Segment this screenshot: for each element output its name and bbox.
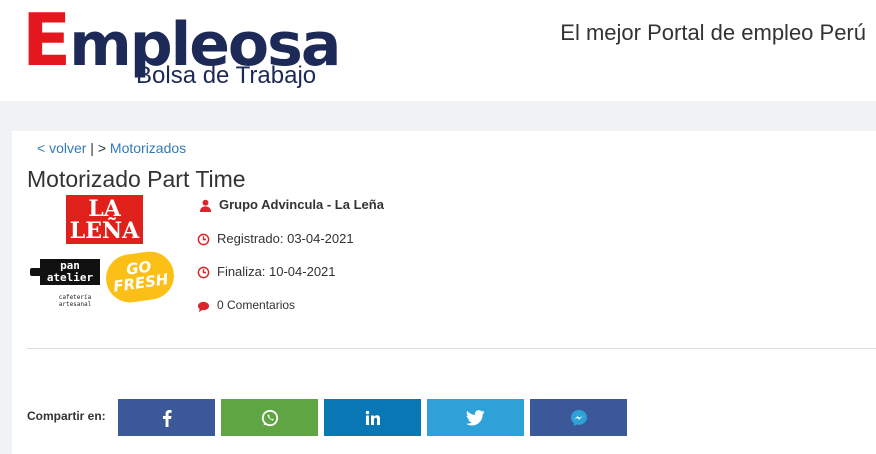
site-header: Empleosa Bolsa de Trabajo El mejor Porta… [0,0,876,101]
lalena-line2: LEÑA [69,218,140,244]
share-label: Compartir en: [27,409,106,423]
twitter-icon [466,409,485,425]
share-facebook-button[interactable] [118,399,215,436]
share-twitter-button[interactable] [427,399,524,436]
clock-icon [197,233,210,246]
section-divider [27,348,876,349]
share-bar: Compartir en: [27,399,876,437]
messenger-icon [570,409,587,426]
job-detail-card: < volver | > Motorizados Motorizado Part… [12,131,876,454]
facebook-icon [162,409,172,427]
lalena-logo: LA LEÑA [66,195,143,244]
logo-initial: E [22,0,71,82]
end-date: Finaliza: 10-04-2021 [217,264,336,279]
pan-sub1: cafetería [58,294,92,301]
comment-icon [197,301,210,313]
pan-atelier-box: pan atelier [40,259,100,285]
linkedin-icon [365,410,380,425]
comments-count: 0 Comentarios [217,298,296,312]
company-name: Grupo Advincula - La Leña [219,197,384,212]
breadcrumb-separator: | > [86,140,110,156]
registered-date: Registrado: 03-04-2021 [217,231,354,246]
pan-sub2: artesanal [58,301,92,308]
share-messenger-button[interactable] [530,399,627,436]
whatsapp-icon [261,409,278,426]
pan-atelier-logo: pan atelier [30,259,105,289]
site-tagline: El mejor Portal de empleo Perú [560,20,866,45]
pan-line2: atelier [46,271,94,284]
company-logos: LA LEÑA pan atelier cafetería artesanal … [30,193,180,313]
clock-icon [197,266,210,279]
job-title: Motorizado Part Time [27,166,246,192]
share-linkedin-button[interactable] [324,399,421,436]
breadcrumb: < volver | > Motorizados [37,140,186,156]
category-link[interactable]: Motorizados [110,140,186,156]
user-icon [199,199,212,212]
share-whatsapp-button[interactable] [221,399,318,436]
lalena-line1: LA [88,196,121,222]
logo-subtitle: Bolsa de Trabajo [136,62,317,89]
pan-atelier-subtitle: cafetería artesanal [50,294,100,308]
site-logo[interactable]: Empleosa Bolsa de Trabajo [22,4,341,94]
gofresh-logo: GO FRESH [102,248,178,306]
back-link[interactable]: < volver [37,140,86,156]
